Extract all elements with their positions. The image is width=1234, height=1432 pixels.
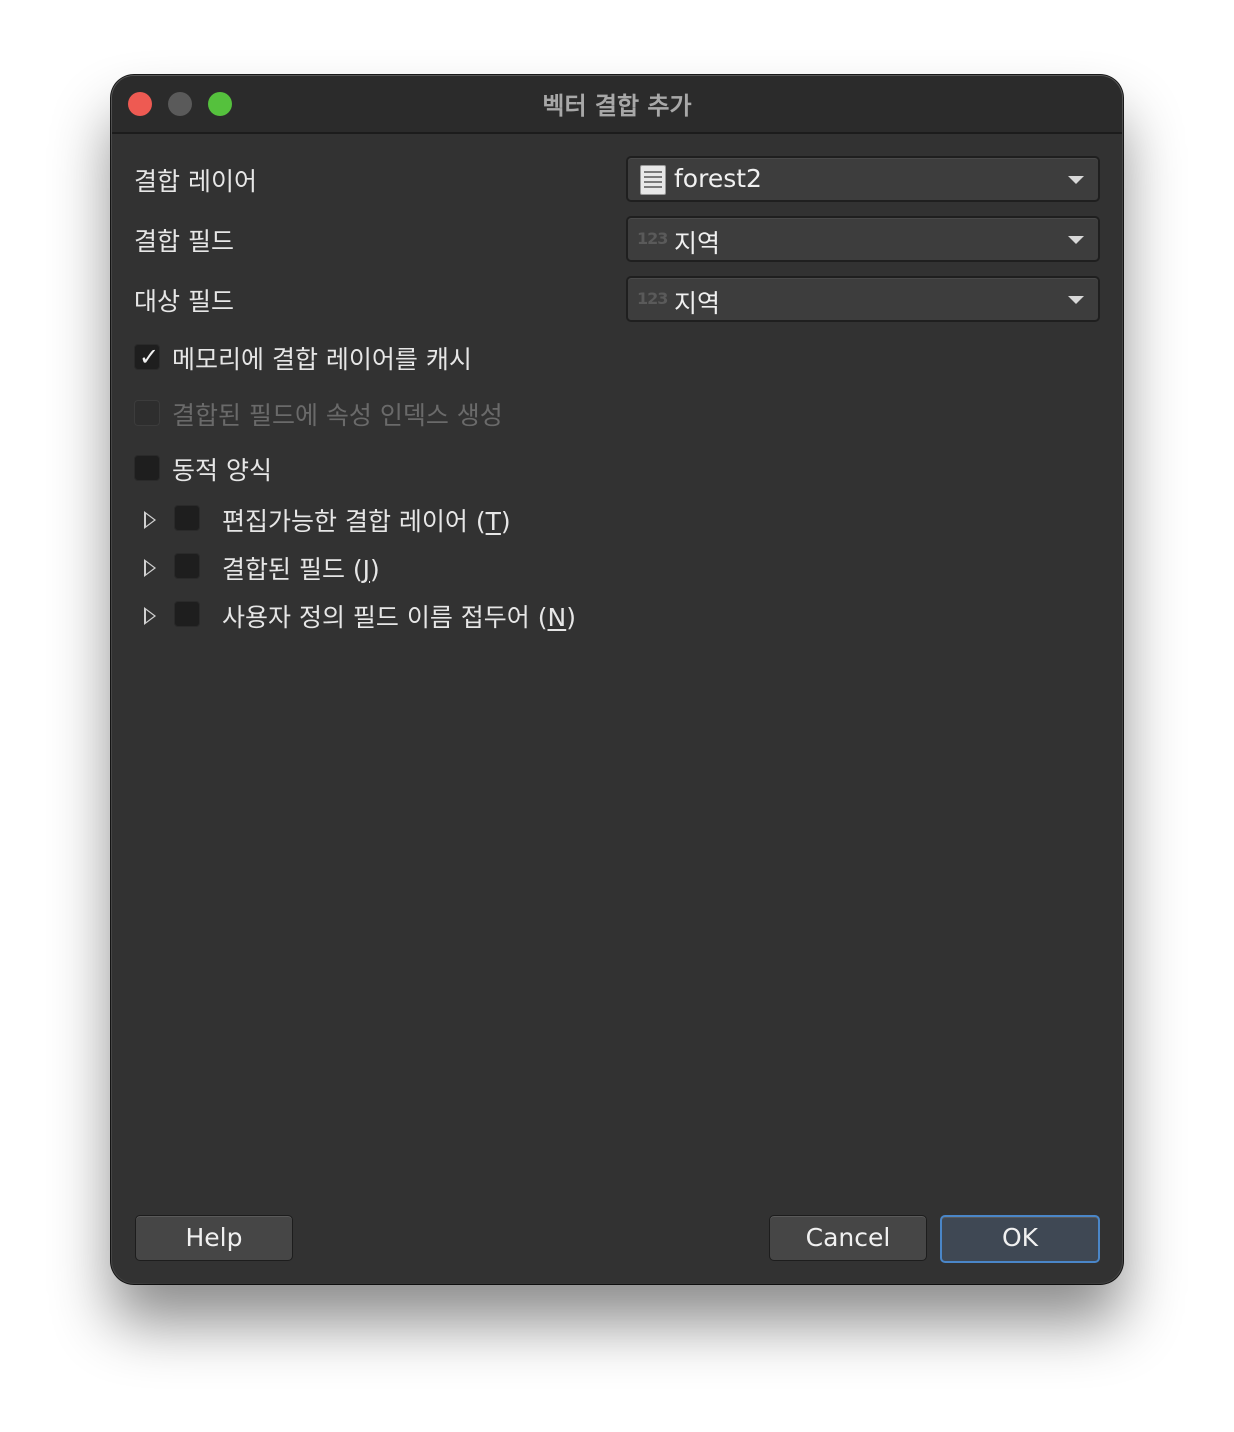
index-checkbox — [134, 400, 160, 426]
editable-layer-checkbox[interactable] — [174, 505, 200, 531]
cancel-button[interactable]: Cancel — [769, 1215, 927, 1261]
table-icon — [640, 165, 666, 195]
expand-arrow-icon[interactable] — [144, 559, 156, 577]
cache-label: 메모리에 결합 레이어를 캐시 — [172, 345, 472, 374]
join-field-value: 지역 — [674, 229, 721, 258]
join-layer-label: 결합 레이어 — [134, 167, 257, 196]
chevron-down-icon — [1068, 236, 1084, 244]
expand-arrow-icon[interactable] — [144, 607, 156, 625]
target-field-value: 지역 — [674, 289, 721, 318]
index-label: 결합된 필드에 속성 인덱스 생성 — [172, 401, 503, 430]
target-field-label: 대상 필드 — [134, 287, 234, 316]
joined-fields-label: 결합된 필드 (J) — [222, 555, 380, 584]
checkmark-icon: ✓ — [139, 343, 160, 371]
joined-fields-checkbox[interactable] — [174, 553, 200, 579]
help-button[interactable]: Help — [135, 1215, 293, 1261]
ok-button[interactable]: OK — [940, 1215, 1100, 1263]
chevron-down-icon — [1068, 176, 1084, 184]
title-bar[interactable]: 벡터 결합 추가 — [112, 76, 1122, 134]
join-field-label: 결합 필드 — [134, 227, 234, 256]
join-field-combo[interactable]: 123 지역 — [626, 216, 1100, 262]
numeric-field-icon: 123 — [637, 289, 668, 308]
dynamic-form-label: 동적 양식 — [172, 456, 272, 485]
dialog-window: 벡터 결합 추가 결합 레이어 forest2 결합 필드 123 지역 대상 … — [112, 76, 1122, 1283]
custom-prefix-checkbox[interactable] — [174, 601, 200, 627]
numeric-field-icon: 123 — [637, 229, 668, 248]
editable-layer-label: 편집가능한 결합 레이어 (T) — [222, 507, 511, 536]
custom-prefix-label: 사용자 정의 필드 이름 접두어 (N) — [222, 603, 576, 632]
dynamic-form-checkbox[interactable] — [134, 455, 160, 481]
target-field-combo[interactable]: 123 지역 — [626, 276, 1100, 322]
join-layer-combo[interactable]: forest2 — [626, 156, 1100, 202]
window-title: 벡터 결합 추가 — [542, 92, 692, 120]
cache-checkbox[interactable]: ✓ — [134, 343, 160, 371]
join-layer-value: forest2 — [674, 164, 762, 193]
expand-arrow-icon[interactable] — [144, 511, 156, 529]
chevron-down-icon — [1068, 296, 1084, 304]
